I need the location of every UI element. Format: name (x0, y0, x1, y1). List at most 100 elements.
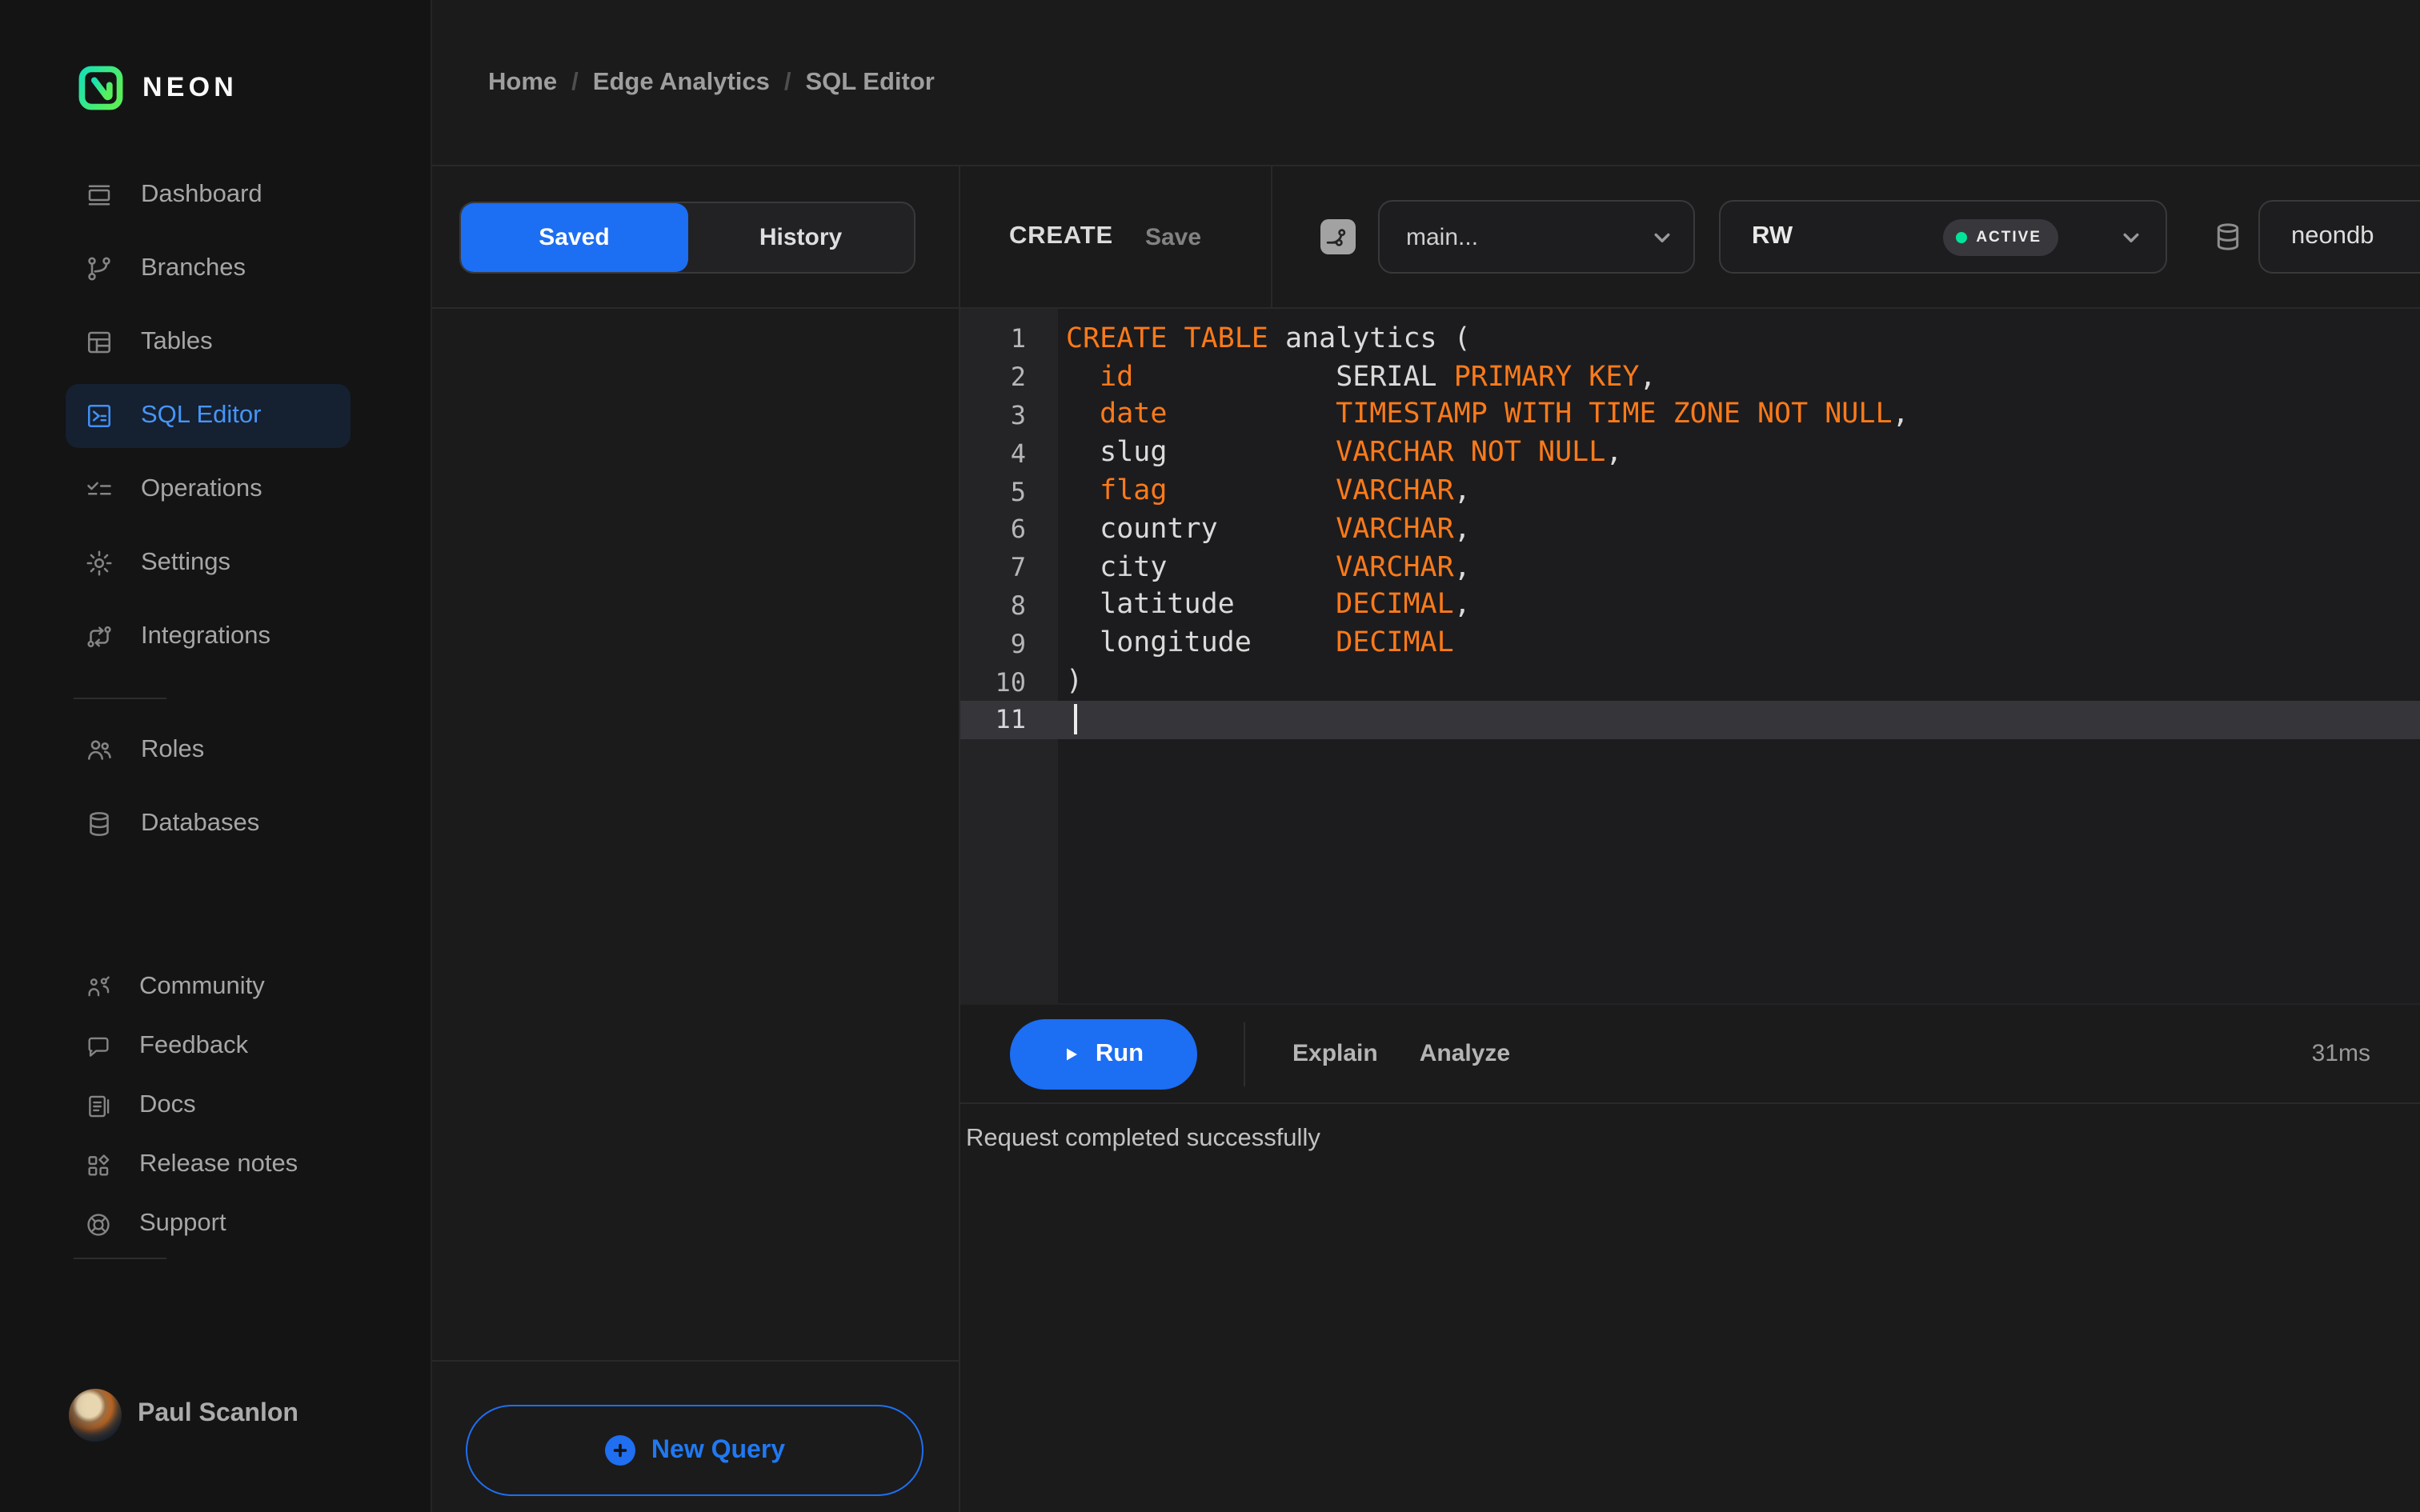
sidebar-item-label: Branches (141, 254, 246, 282)
sidebar-item-tables[interactable]: Tables (66, 310, 351, 374)
sidebar-item-label: Community (139, 973, 265, 1000)
breadcrumb-item[interactable]: Home (488, 68, 557, 95)
analyze-button[interactable]: Analyze (1420, 1040, 1510, 1067)
query-title: CREATE (1009, 222, 1113, 250)
operations-icon (87, 482, 111, 495)
user-name: Paul Scanlon (138, 1400, 298, 1427)
breadcrumb-separator: / (571, 68, 579, 95)
results-pane: Request completed successfully (960, 1104, 2420, 1512)
code-line-text: latitude DECIMAL, (1066, 589, 1471, 622)
sidebar-item-roles[interactable]: Roles (66, 718, 351, 782)
text-cursor (1074, 704, 1077, 735)
branch-badge-button[interactable] (1320, 219, 1355, 254)
sidebar-item-release-notes[interactable]: Release notes (66, 1136, 351, 1194)
neon-logo-icon (78, 66, 123, 110)
editor-header: CREATE Save main... RW ACTIVE neondb (960, 166, 2420, 309)
sidebar-item-community[interactable]: Community (66, 958, 351, 1016)
branch-select[interactable]: main... (1377, 200, 1694, 274)
community-icon (88, 975, 110, 996)
code-line: 4 slug VARCHAR NOT NULL, (960, 434, 2420, 473)
run-button[interactable]: Run (1009, 1018, 1196, 1089)
chevron-down-icon (1653, 232, 1669, 242)
code-line: 11 (960, 700, 2420, 739)
status-text: ACTIVE (1976, 228, 2041, 246)
breadcrumb-item[interactable]: Edge Analytics (593, 68, 770, 95)
line-number: 4 (1010, 438, 1026, 469)
code-line-text: longitude DECIMAL (1066, 627, 1454, 660)
line-number: 9 (1010, 628, 1026, 659)
status-dot-icon (1955, 231, 1967, 242)
sidebar-item-databases[interactable]: Databases (66, 792, 351, 856)
sidebar-item-docs[interactable]: Docs (66, 1077, 351, 1134)
sidebar-item-label: Release notes (139, 1150, 298, 1178)
database-icon (2216, 223, 2238, 250)
save-button[interactable]: Save (1145, 223, 1201, 250)
neon-logo[interactable]: NEON (77, 64, 431, 112)
sql-editor-panel: CREATE Save main... RW ACTIVE neondb 1 C… (958, 166, 2420, 1512)
user-menu[interactable]: Paul Scanlon (69, 1387, 431, 1442)
sidebar-item-operations[interactable]: Operations (66, 458, 351, 522)
feedback-icon (88, 1036, 109, 1056)
sidebar-nav-access: Roles Databases (0, 718, 431, 866)
sidebar: NEON Dashboard Branches Tables SQL Editor Op… (0, 0, 432, 1512)
settings-icon (86, 550, 112, 576)
new-query-button[interactable]: New Query (466, 1405, 924, 1496)
tab-history[interactable]: History (687, 202, 914, 271)
code-line-text: id SERIAL PRIMARY KEY, (1066, 361, 1657, 394)
result-message: Request completed successfully (966, 1125, 1320, 1152)
line-number: 1 (1010, 323, 1026, 354)
play-icon (1067, 1047, 1078, 1060)
sidebar-item-dashboard[interactable]: Dashboard (66, 163, 351, 227)
status-badge: ACTIVE (1942, 218, 2057, 255)
sidebar-item-branches[interactable]: Branches (66, 237, 351, 301)
sidebar-item-label: Tables (141, 328, 213, 355)
sidebar-item-settings[interactable]: Settings (66, 531, 351, 595)
sidebar-item-integrations[interactable]: Integrations (66, 605, 351, 669)
avatar (69, 1388, 122, 1441)
line-number: 8 (1010, 590, 1026, 621)
line-number: 2 (1010, 362, 1026, 393)
sidebar-item-label: Settings (141, 549, 231, 576)
code-line-text: date TIMESTAMP WITH TIME ZONE NOT NULL, (1066, 398, 1909, 431)
tab-saved[interactable]: Saved (461, 202, 687, 271)
code-line: 6 country VARCHAR, (960, 510, 2420, 549)
code-line-text: flag VARCHAR, (1066, 475, 1471, 508)
compute-select[interactable]: RW ACTIVE (1718, 200, 2166, 274)
sidebar-item-label: Feedback (139, 1032, 249, 1059)
breadcrumb-item[interactable]: SQL Editor (806, 68, 935, 95)
run-bar: Run Explain Analyze 31ms (960, 1003, 2420, 1104)
sidebar-item-label: Roles (141, 736, 205, 763)
run-bar-divider (1243, 1022, 1244, 1086)
compute-select-value: RW (1752, 222, 1793, 250)
sidebar-item-feedback[interactable]: Feedback (66, 1018, 351, 1075)
roles-icon (87, 740, 111, 760)
plus-icon (604, 1435, 635, 1466)
sidebar-item-sql-editor[interactable]: SQL Editor (66, 384, 351, 448)
code-line: 8 latitude DECIMAL, (960, 586, 2420, 625)
code-line: 1 CREATE TABLE analytics ( (960, 320, 2420, 358)
database-select[interactable]: neondb (2258, 200, 2420, 274)
release-notes-icon (88, 1154, 110, 1175)
code-editor[interactable]: 1 CREATE TABLE analytics ( 2 id SERIAL PRI… (960, 309, 2420, 1003)
sidebar-item-label: Support (139, 1210, 226, 1237)
queries-panel: Saved History New Query (432, 166, 958, 1512)
line-number: 6 (1010, 514, 1026, 545)
saved-queries-list (432, 309, 958, 1360)
line-number: 3 (1010, 399, 1026, 430)
sql-editor-icon (87, 404, 111, 428)
branch-select-value: main... (1406, 223, 1479, 250)
breadcrumb-bar: Home / Edge Analytics / SQL Editor (432, 0, 2420, 166)
code-line-text: CREATE TABLE analytics ( (1066, 322, 1471, 355)
sidebar-item-support[interactable]: Support (66, 1195, 351, 1253)
sidebar-item-label: Dashboard (141, 181, 262, 208)
code-line: 7 city VARCHAR, (960, 549, 2420, 587)
breadcrumb: Home / Edge Analytics / SQL Editor (488, 68, 935, 97)
queries-panel-footer: New Query (432, 1360, 958, 1512)
sidebar-divider (74, 1258, 166, 1259)
logo-wordmark: NEON (142, 72, 238, 102)
explain-button[interactable]: Explain (1292, 1040, 1378, 1067)
breadcrumb-separator: / (783, 68, 791, 95)
sidebar-nav-help: Community Feedback Docs Release notes Suppor… (0, 958, 431, 1254)
line-number: 10 (995, 666, 1026, 698)
main-area: Home / Edge Analytics / SQL Editor Saved His… (432, 0, 2420, 1512)
